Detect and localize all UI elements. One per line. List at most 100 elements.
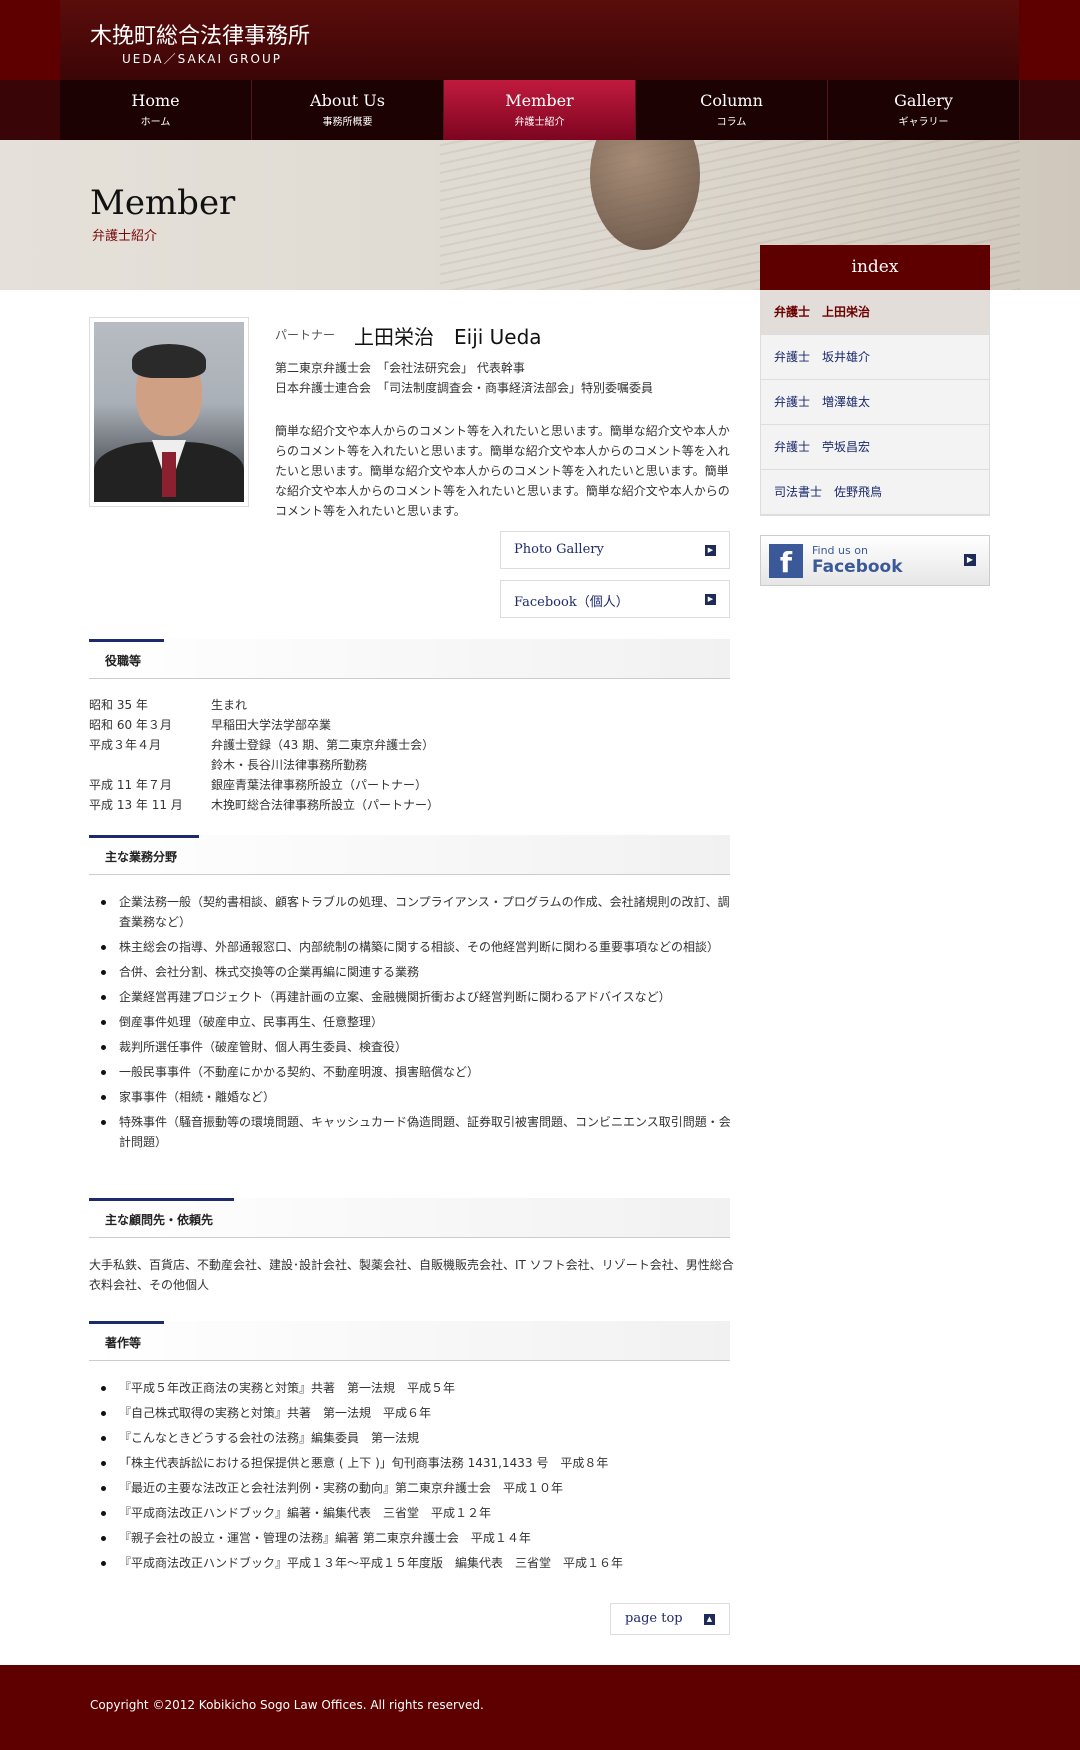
facebook-icon: f — [769, 544, 803, 579]
list-item: 一般民事事件（不動産にかかる契約、不動産明渡、損害賠償など） — [99, 1062, 739, 1082]
career-date: 平成 13 年 11 月 — [89, 798, 183, 812]
index-list: 弁護士 上田栄治 弁護士 坂井雄介 弁護士 増澤雄太 弁護士 苧坂昌宏 司法書士… — [760, 290, 990, 516]
page-subtitle: 弁護士紹介 — [92, 229, 158, 244]
nav-label-jp: 弁護士紹介 — [514, 117, 565, 128]
nav-label-en: Member — [505, 91, 574, 110]
publications-list: 『平成５年改正商法の実務と対策』共著 第一法規 平成５年 『自己株式取得の実務と… — [99, 1378, 749, 1578]
lawyer-intro: 簡単な紹介文や本人からのコメント等を入れたいと思います。簡単な紹介文や本人からの… — [275, 424, 730, 518]
nav-right-edge — [1020, 80, 1080, 140]
list-item: 『平成商法改正ハンドブック』編著・編集代表 三省堂 平成１２年 — [99, 1503, 749, 1523]
site-logo-japanese[interactable]: 木挽町総合法律事務所 — [90, 18, 310, 50]
section-heading-fields: 主な業務分野 — [89, 835, 730, 875]
portrait-hair — [132, 344, 206, 378]
copyright-text: Copyright ©2012 Kobikicho Sogo Law Offic… — [90, 1698, 484, 1712]
career-text: 木挽町総合法律事務所設立（パートナー） — [211, 798, 440, 812]
career-date: 平成 11 年７月 — [89, 778, 172, 792]
index-heading: index — [760, 245, 990, 290]
title-line: 日本弁護士連合会 「司法制度調査会・商事経済法部会」特別委嘱委員 — [275, 381, 654, 395]
section-heading-works: 著作等 — [89, 1321, 730, 1361]
arrow-right-icon: ▶ — [964, 554, 976, 566]
arrow-up-icon: ▲ — [704, 1614, 715, 1625]
nav-label-en: About Us — [310, 91, 385, 110]
index-item-masuzawa[interactable]: 弁護士 増澤雄太 — [761, 380, 989, 425]
nav-left-edge — [0, 80, 60, 140]
list-item: 企業法務一般（契約書相談、顧客トラブルの処理、コンプライアンス・プログラムの作成… — [99, 892, 739, 932]
nav-item-member[interactable]: Member 弁護士紹介 — [444, 80, 636, 140]
index-item-sakai[interactable]: 弁護士 坂井雄介 — [761, 335, 989, 380]
nav-label-jp: ギャラリー — [898, 117, 949, 128]
site-footer: Copyright ©2012 Kobikicho Sogo Law Offic… — [0, 1665, 1080, 1750]
heading-accent-bar — [89, 639, 164, 642]
section-heading-career: 役職等 — [89, 639, 730, 679]
career-text: 鈴木・長谷川法律事務所勤務 — [211, 758, 368, 772]
lawyer-titles: 第二東京弁護士会 「会社法研究会」 代表幹事 日本弁護士連合会 「司法制度調査会… — [275, 358, 653, 398]
facebook-name-label: Facebook — [812, 557, 903, 577]
lawyer-photo — [89, 317, 249, 507]
career-row: 昭和 60 年３月 早稲田大学法学部卒業 — [89, 715, 439, 735]
site-header: 木挽町総合法律事務所 UEDA／SAKAI GROUP — [0, 0, 1080, 80]
career-date: 平成３年４月 — [89, 738, 162, 752]
photo-gallery-button[interactable]: Photo Gallery ▶ — [500, 531, 730, 569]
career-text: 銀座青葉法律事務所設立（パートナー） — [211, 778, 428, 792]
career-row: 平成 11 年７月 銀座青葉法律事務所設立（パートナー） — [89, 775, 439, 795]
facebook-personal-label: Facebook（個人） — [514, 595, 629, 610]
career-date: 昭和 35 年 — [89, 698, 148, 712]
nav-item-about[interactable]: About Us 事務所概要 — [252, 80, 444, 140]
list-item: 合併、会社分割、株式交換等の企業再編に関連する業務 — [99, 962, 739, 982]
heading-accent-bar — [89, 1198, 234, 1201]
nav-label-en: Gallery — [894, 91, 953, 110]
career-date — [89, 755, 211, 775]
facebook-personal-button[interactable]: Facebook（個人） ▶ — [500, 580, 730, 618]
heading-accent-bar — [89, 1321, 164, 1324]
section-title: 著作等 — [105, 1336, 142, 1350]
portrait-tie — [162, 452, 176, 497]
list-item: 株主総会の指導、外部通報窓口、内部統制の構築に関する相談、その他経営判断に関わる… — [99, 937, 739, 957]
list-item: 「株主代表訴訟における担保提供と悪意 ( 上下 )」旬刊商事法務 1431,14… — [99, 1453, 749, 1473]
nav-item-home[interactable]: Home ホーム — [60, 80, 252, 140]
list-item: 裁判所選任事件（破産管財、個人再生委員、検査役） — [99, 1037, 739, 1057]
page-title: Member — [90, 183, 236, 223]
section-title: 役職等 — [105, 654, 142, 668]
section-title: 主な業務分野 — [105, 850, 178, 864]
portrait-image — [94, 322, 244, 502]
nav-label-jp: コラム — [716, 117, 747, 128]
section-heading-clients: 主な顧問先・依頼先 — [89, 1198, 730, 1238]
page-top-button[interactable]: page top ▲ — [610, 1603, 730, 1635]
section-title: 主な顧問先・依頼先 — [105, 1213, 214, 1227]
list-item: 家事事件（相続・離婚など） — [99, 1087, 739, 1107]
arrow-right-icon: ▶ — [705, 594, 716, 605]
list-item: 『平成商法改正ハンドブック』平成１３年〜平成１５年度版 編集代表 三省堂 平成１… — [99, 1553, 749, 1573]
facebook-find-label: Find us on — [812, 544, 868, 557]
page-top-label: page top — [625, 1611, 683, 1626]
member-index: index 弁護士 上田栄治 弁護士 坂井雄介 弁護士 増澤雄太 弁護士 苧坂昌… — [760, 245, 990, 516]
nav-label-jp: ホーム — [140, 117, 171, 128]
career-list: 昭和 35 年 生まれ 昭和 60 年３月 早稲田大学法学部卒業 平成３年４月 弁護士… — [89, 695, 439, 815]
list-item: 『自己株式取得の実務と対策』共著 第一法規 平成６年 — [99, 1403, 749, 1423]
list-item: 『親子会社の設立・運営・管理の法務』編著 第二東京弁護士会 平成１４年 — [99, 1528, 749, 1548]
index-item-sano[interactable]: 司法書士 佐野飛鳥 — [761, 470, 989, 515]
career-text: 生まれ — [211, 698, 248, 712]
site-logo-english[interactable]: UEDA／SAKAI GROUP — [122, 50, 282, 67]
role-label: パートナー — [275, 328, 336, 342]
career-date: 昭和 60 年３月 — [89, 718, 172, 732]
list-item: 企業経営再建プロジェクト（再建計画の立案、金融機関折衝および経営判断に関わるアド… — [99, 987, 739, 1007]
index-item-osaka[interactable]: 弁護士 苧坂昌宏 — [761, 425, 989, 470]
arrow-right-icon: ▶ — [705, 545, 716, 556]
clients-text: 大手私鉄、百貨店、不動産会社、建設･設計会社、製薬会社、自販機販売会社、IT ソ… — [89, 1258, 734, 1292]
nav-label-en: Home — [131, 91, 180, 110]
career-row: 鈴木・長谷川法律事務所勤務 — [89, 755, 439, 775]
photo-gallery-label: Photo Gallery — [514, 542, 604, 557]
index-item-ueda[interactable]: 弁護士 上田栄治 — [761, 290, 989, 335]
nav-label-en: Column — [700, 91, 763, 110]
career-row: 平成３年４月 弁護士登録（43 期、第二東京弁護士会） — [89, 735, 439, 755]
facebook-banner[interactable]: f Find us on Facebook ▶ — [760, 535, 990, 586]
lawyer-name: 上田栄治 Eiji Ueda — [354, 325, 542, 349]
heading-accent-bar — [89, 835, 199, 838]
nav-label-jp: 事務所概要 — [322, 117, 373, 128]
nav-item-column[interactable]: Column コラム — [636, 80, 828, 140]
list-item: 特殊事件（騒音振動等の環境問題、キャッシュカード偽造問題、証券取引被害問題、コン… — [99, 1112, 739, 1152]
list-item: 倒産事件処理（破産申立、民事再生、任意整理） — [99, 1012, 739, 1032]
career-text: 早稲田大学法学部卒業 — [211, 718, 332, 732]
title-line: 第二東京弁護士会 「会社法研究会」 代表幹事 — [275, 361, 525, 375]
nav-item-gallery[interactable]: Gallery ギャラリー — [828, 80, 1020, 140]
